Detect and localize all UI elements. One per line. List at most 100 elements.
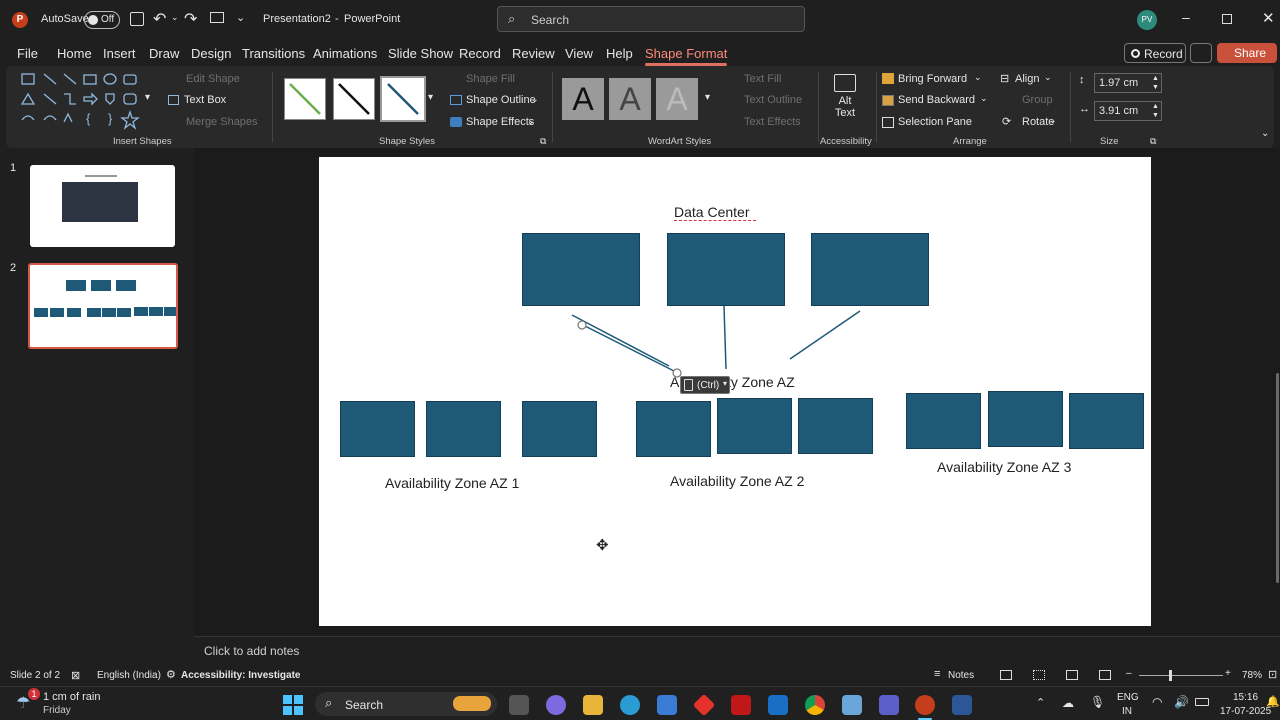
user-avatar[interactable]: PV xyxy=(1137,10,1157,30)
zoom-in-icon[interactable]: + xyxy=(1225,668,1231,679)
restore-icon[interactable] xyxy=(1222,14,1232,24)
az3-label[interactable]: Availability Zone AZ 3 xyxy=(937,459,1071,475)
text-box-button[interactable]: Text Box xyxy=(184,94,226,106)
align-button[interactable]: Align xyxy=(1015,73,1039,85)
spelling-check-icon[interactable]: ⊠ xyxy=(71,669,80,682)
zoom-slider[interactable] xyxy=(1139,670,1223,681)
az2-box-2[interactable] xyxy=(717,398,792,454)
rotate-dropdown-icon[interactable]: ⌄ xyxy=(1049,115,1057,126)
slide-show-icon[interactable] xyxy=(1099,670,1111,680)
bring-forward-button[interactable]: Bring Forward xyxy=(898,73,967,85)
search-box[interactable]: ⌕ Search xyxy=(497,6,805,32)
az-label-partial-right[interactable]: ty Zone AZ xyxy=(727,374,795,390)
powerpoint-taskbar-icon[interactable] xyxy=(915,695,935,715)
redo-icon[interactable]: ↷ xyxy=(184,9,197,29)
shape-effects-dropdown-icon[interactable]: ⌄ xyxy=(527,116,535,127)
shapes-gallery[interactable]: {} xyxy=(20,70,148,134)
shape-effects-button[interactable]: Shape Effects xyxy=(466,116,534,128)
battery-icon[interactable] xyxy=(1195,698,1209,706)
tab-view[interactable]: View xyxy=(565,46,593,61)
accessibility-status[interactable]: Accessibility: Investigate xyxy=(181,670,301,681)
chrome-icon[interactable] xyxy=(805,695,825,715)
wordart-style-1[interactable]: A xyxy=(562,78,604,120)
size-dialog-launcher-icon[interactable]: ⧉ xyxy=(1150,136,1156,147)
send-backward-dropdown-icon[interactable]: ⌄ xyxy=(980,93,988,104)
shape-style-green-line[interactable] xyxy=(284,78,326,120)
zoom-slider-thumb[interactable] xyxy=(1169,670,1172,681)
tab-help[interactable]: Help xyxy=(606,46,633,61)
alt-text-button[interactable]: Alt Text xyxy=(828,72,862,128)
tab-file[interactable]: File xyxy=(17,46,38,61)
tab-draw[interactable]: Draw xyxy=(149,46,179,61)
slide-2[interactable]: Data Center A ty Zone AZ (Ctrl) ▾ Availa… xyxy=(319,157,1151,626)
save-icon[interactable] xyxy=(130,12,144,26)
az3-box-3[interactable] xyxy=(1069,393,1144,449)
height-spinner-icon[interactable]: ▲ ▼ xyxy=(1152,74,1159,92)
microsoft-store-icon[interactable] xyxy=(657,695,677,715)
notification-bell-icon[interactable]: 🔔 xyxy=(1266,695,1280,708)
tab-home[interactable]: Home xyxy=(57,46,92,61)
teams-icon[interactable] xyxy=(879,695,899,715)
send-backward-button[interactable]: Send Backward xyxy=(898,94,975,106)
autosave-toggle[interactable]: Off xyxy=(84,11,120,29)
wordart-more-icon[interactable]: ▾ xyxy=(705,92,710,103)
collapse-ribbon-icon[interactable]: ⌄ xyxy=(1261,128,1269,139)
mcafee-icon[interactable] xyxy=(731,695,751,715)
shape-width-input[interactable]: 3.91 cm ▲ ▼ xyxy=(1094,101,1162,121)
zoom-out-icon[interactable]: – xyxy=(1126,668,1132,679)
az1-box-1[interactable] xyxy=(340,401,415,457)
az2-box-1[interactable] xyxy=(636,401,711,457)
fit-to-window-icon[interactable]: ⊡ xyxy=(1268,668,1277,681)
word-icon[interactable] xyxy=(952,695,972,715)
notes-pane[interactable]: Click to add notes xyxy=(194,636,1280,666)
language-indicator-line1[interactable]: ENG xyxy=(1117,692,1139,703)
shapes-gallery-more-icon[interactable]: ▾ xyxy=(145,92,150,103)
anydesk-icon[interactable] xyxy=(692,693,716,717)
undo-icon[interactable]: ↶ xyxy=(153,9,166,29)
notes-toggle-button[interactable]: Notes xyxy=(948,670,974,681)
shape-style-teal-line[interactable] xyxy=(380,76,426,122)
taskbar-search-box[interactable]: ⌕ Search xyxy=(315,692,497,716)
width-spinner-icon[interactable]: ▲ ▼ xyxy=(1152,102,1159,120)
edit-shape-button[interactable]: Edit Shape xyxy=(186,73,240,85)
reading-view-icon[interactable] xyxy=(1066,670,1078,680)
minimize-icon[interactable]: – xyxy=(1182,9,1190,25)
tab-transitions[interactable]: Transitions xyxy=(242,46,305,61)
az3-box-2[interactable] xyxy=(988,391,1063,447)
paste-options-button[interactable]: (Ctrl) ▾ xyxy=(680,376,730,394)
tab-review[interactable]: Review xyxy=(512,46,555,61)
share-button[interactable]: Share xyxy=(1217,43,1277,63)
wordart-style-2[interactable]: A xyxy=(609,78,651,120)
shape-style-black-line[interactable] xyxy=(333,78,375,120)
az1-box-3[interactable] xyxy=(522,401,597,457)
customize-toolbar-icon[interactable]: ⌄ xyxy=(236,11,245,24)
az3-box-1[interactable] xyxy=(906,393,981,449)
vertical-scrollbar[interactable] xyxy=(1276,373,1279,583)
zoom-level[interactable]: 78% xyxy=(1242,670,1262,681)
tab-insert[interactable]: Insert xyxy=(103,46,136,61)
language-status[interactable]: English (India) xyxy=(97,670,161,681)
shape-styles-dialog-launcher-icon[interactable]: ⧉ xyxy=(540,136,546,147)
shape-outline-button[interactable]: Shape Outline xyxy=(466,94,536,106)
text-outline-button[interactable]: Text Outline xyxy=(744,94,802,106)
comments-icon[interactable] xyxy=(1190,43,1212,63)
microphone-icon[interactable]: 🎙 xyxy=(1090,695,1105,709)
az-label-partial-left[interactable]: A xyxy=(670,374,679,390)
tab-shape-format[interactable]: Shape Format xyxy=(645,46,728,66)
bring-forward-dropdown-icon[interactable]: ⌄ xyxy=(974,72,982,83)
tab-record[interactable]: Record xyxy=(459,46,501,61)
shape-styles-more-icon[interactable]: ▾ xyxy=(428,92,433,103)
slide-thumbnail-2[interactable] xyxy=(28,263,178,349)
normal-view-icon[interactable] xyxy=(1000,670,1012,680)
undo-dropdown-icon[interactable]: ⌄ xyxy=(171,12,179,23)
close-icon[interactable]: ✕ xyxy=(1262,9,1275,27)
selection-pane-button[interactable]: Selection Pane xyxy=(898,116,972,128)
wordart-style-3[interactable]: A xyxy=(656,78,698,120)
az1-label[interactable]: Availability Zone AZ 1 xyxy=(385,475,519,491)
text-fill-button[interactable]: Text Fill xyxy=(744,73,781,85)
wifi-icon[interactable]: ◠ xyxy=(1152,695,1162,709)
az2-box-3[interactable] xyxy=(798,398,873,454)
merge-shapes-button[interactable]: Merge Shapes xyxy=(186,116,258,128)
copilot-icon[interactable] xyxy=(546,695,566,715)
group-button[interactable]: Group xyxy=(1022,94,1053,106)
